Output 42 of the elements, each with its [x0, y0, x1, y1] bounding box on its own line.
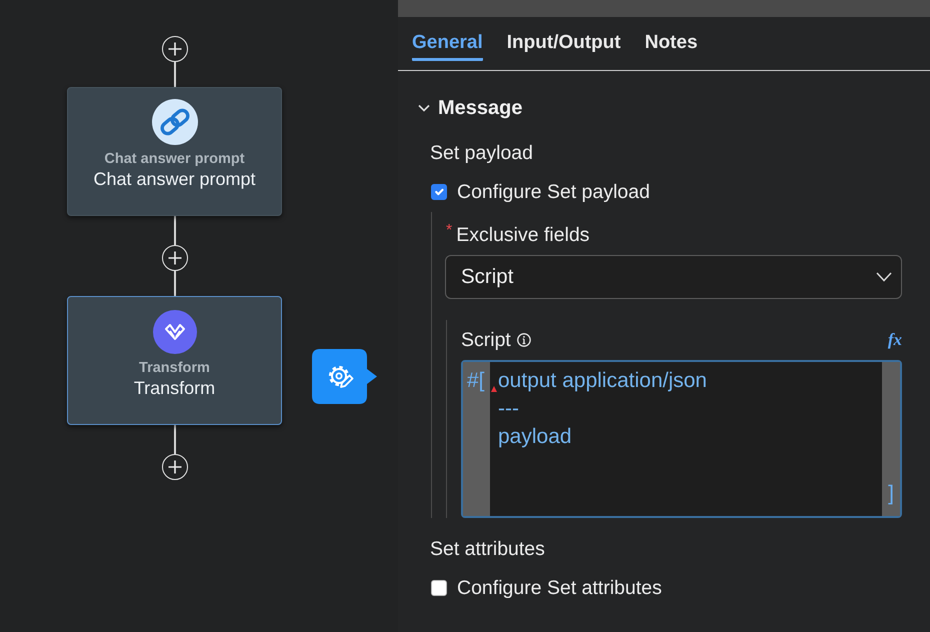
- section-toggle[interactable]: Message: [418, 95, 522, 121]
- field-label: Script: [461, 328, 511, 352]
- node-title: Chat answer prompt: [93, 168, 256, 190]
- code-line: ---: [498, 396, 519, 422]
- plus-icon: [168, 251, 182, 265]
- connector-line: [174, 216, 176, 245]
- tab[interactable]: Notes: [644, 17, 698, 61]
- checkbox[interactable]: [431, 184, 447, 200]
- code-editor[interactable]: #[ output application/json --- payload ]: [461, 360, 902, 518]
- zigzag-icon: [152, 310, 196, 354]
- node-caption: Chat answer prompt: [104, 150, 245, 168]
- add-step-button[interactable]: [162, 245, 188, 271]
- flow-node[interactable]: Chat answer prompt Chat answer prompt: [67, 87, 282, 216]
- info-icon: [516, 333, 531, 347]
- group-label: Set attributes: [430, 537, 545, 561]
- tab[interactable]: Input/Output: [506, 17, 621, 61]
- tab[interactable]: General: [412, 17, 483, 61]
- plus-icon: [168, 42, 182, 56]
- connector-line: [174, 62, 176, 87]
- node-title: Transform: [134, 377, 216, 399]
- add-step-button[interactable]: [162, 36, 188, 62]
- dropdown[interactable]: Script: [445, 255, 902, 299]
- code-line: output application/json: [498, 368, 707, 394]
- link-icon: [152, 99, 198, 145]
- field-label: Exclusive fields: [456, 223, 590, 247]
- checkbox[interactable]: [431, 580, 447, 596]
- configure-button[interactable]: [312, 349, 378, 404]
- plus-icon: [168, 460, 182, 474]
- add-step-button[interactable]: [162, 454, 188, 480]
- connector-line: [174, 425, 176, 454]
- checkbox-label[interactable]: Configure Set attributes: [457, 576, 662, 600]
- node-caption: Transform: [139, 359, 210, 377]
- code-line: payload: [498, 424, 572, 450]
- required-mark: *: [446, 223, 452, 239]
- left-gutter: #[: [463, 362, 490, 516]
- expression-button[interactable]: fx: [886, 330, 902, 350]
- checkbox-label[interactable]: Configure Set payload: [457, 180, 650, 204]
- chevron-down-icon: [876, 272, 892, 282]
- connector-line: [174, 271, 176, 296]
- group-label: Set payload: [430, 141, 533, 165]
- gear-pencil-icon: [328, 366, 354, 388]
- right-gutter: ]: [882, 362, 900, 516]
